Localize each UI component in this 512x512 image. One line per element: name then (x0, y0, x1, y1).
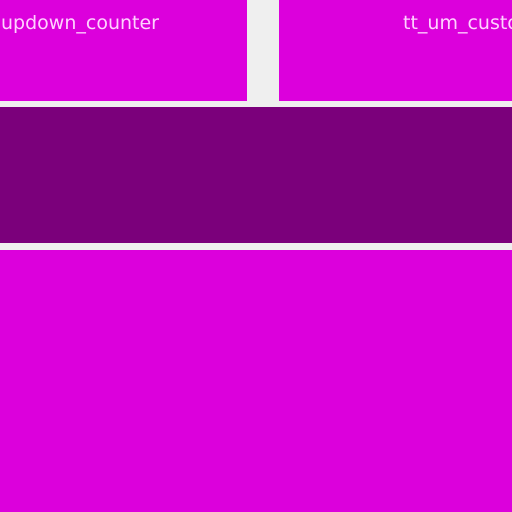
tile-updown-counter[interactable]: updown_counter (0, 0, 247, 101)
tile-large[interactable] (0, 250, 512, 512)
app-screen: updown_counter tt_um_custo (0, 0, 512, 512)
tile-tt-um-custom[interactable]: tt_um_custo (279, 0, 512, 101)
tile-tt-um-custom-label: tt_um_custo (403, 12, 512, 34)
tile-selected-band[interactable] (0, 107, 512, 243)
tile-updown-counter-label: updown_counter (1, 12, 159, 34)
